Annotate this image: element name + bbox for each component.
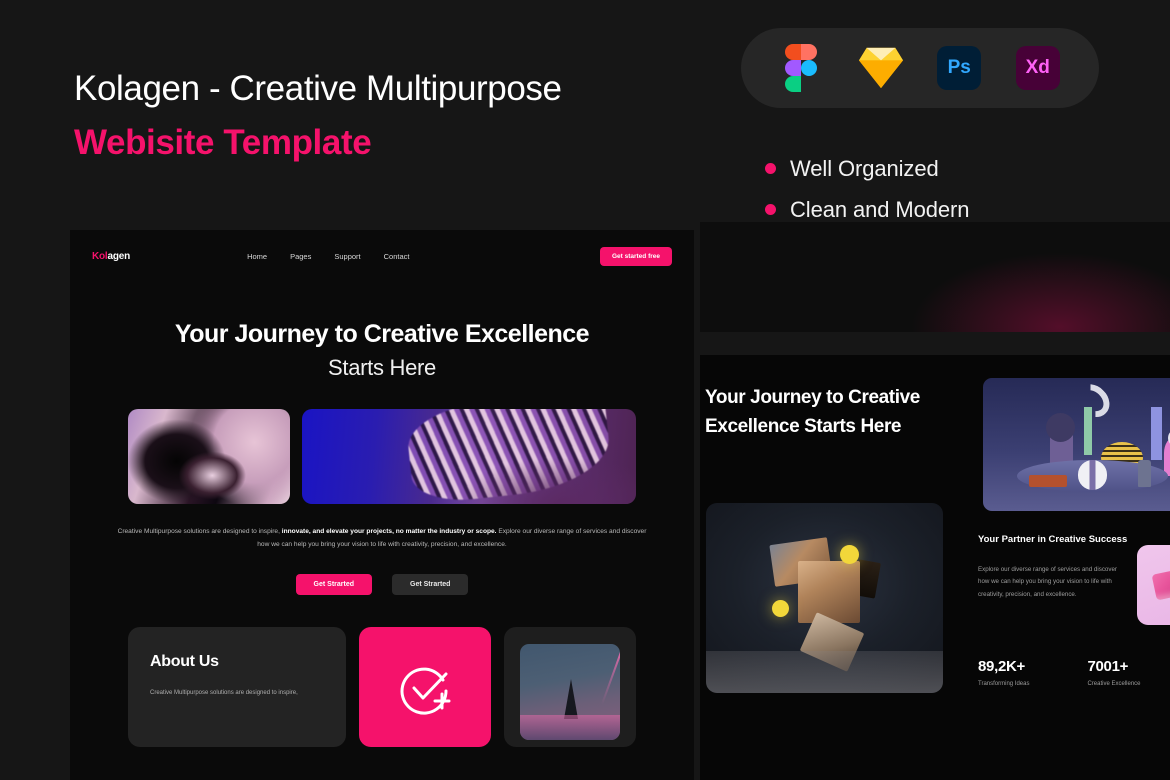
get-started-free-button[interactable]: Get started free (599, 246, 672, 266)
photoshop-icon-label: Ps (947, 57, 971, 78)
sailboat-image (520, 643, 621, 740)
mockup-hero-heading: Your Journey to Creative Excellence (174, 320, 590, 348)
stat-item: 7001+ Creative Excellence (1087, 658, 1140, 687)
tall-bar-shape (1151, 407, 1162, 461)
page-title-line-2: Webisite Template (74, 123, 372, 162)
mockup-hero-paragraph: Creative Multipurpose solutions are desi… (117, 526, 647, 552)
mockup-hero-images (70, 409, 694, 504)
mockup-card-row: About Us Creative Multipurpose solutions… (70, 626, 694, 747)
about-us-title: About Us (150, 652, 219, 670)
feature-item: Well Organized (765, 148, 969, 189)
preview-panel-glow (700, 222, 1170, 332)
sailboat-image-card (504, 626, 636, 747)
feature-label: Clean and Modern (790, 196, 970, 222)
stat-value: 89,2K+ (978, 658, 1025, 675)
red-block-shape (1029, 475, 1067, 488)
check-plus-card (359, 626, 492, 747)
sketch-icon (858, 46, 903, 90)
xd-icon: Xd (1015, 46, 1060, 90)
website-mockup-primary: Kolagen Home Pages Support Contact Get s… (70, 230, 694, 780)
light-ray-decor (600, 648, 621, 704)
nav-link-support[interactable]: Support (334, 252, 360, 261)
mockup-navbar: Kolagen Home Pages Support Contact Get s… (70, 230, 694, 282)
arc-shape (1070, 378, 1117, 424)
sail-shape-decor (564, 678, 579, 719)
nav-link-pages[interactable]: Pages (290, 252, 311, 261)
get-started-primary-button[interactable]: Get Strarted (295, 573, 372, 595)
hero-image-abstract-right (302, 409, 636, 504)
stat-value: 7001+ (1087, 658, 1129, 675)
partner-title: Your Partner in Creative Success (978, 534, 1128, 545)
cube-shape (798, 561, 860, 623)
water-decor (520, 714, 621, 740)
three-d-scene-image (983, 378, 1170, 511)
mockup-nav-links: Home Pages Support Contact (247, 252, 409, 261)
floor-decor (706, 651, 943, 693)
striped-ball-shape (1077, 460, 1107, 490)
feature-label: Well Organized (790, 155, 939, 181)
glow-sphere-icon (772, 600, 789, 617)
glow-sphere-icon (840, 545, 859, 564)
check-plus-icon (396, 658, 454, 716)
partner-text: Explore our diverse range of services an… (978, 565, 1117, 599)
paragraph-start: Creative Multipurpose solutions are desi… (117, 528, 280, 535)
stat-label: Creative Excellence (1087, 681, 1141, 687)
hero-image-abstract-left (128, 409, 291, 504)
nav-link-contact[interactable]: Contact (384, 252, 410, 261)
pink-cube-card (1137, 545, 1170, 625)
pink-cube-icon (1151, 569, 1170, 601)
stat-label: Transforming Ideas (978, 681, 1030, 687)
mockup-hero-subheading: Starts Here (328, 355, 436, 380)
bottle-shape (1138, 460, 1151, 488)
xd-icon-label: Xd (1025, 57, 1050, 78)
secondary-heading: Your Journey to Creative Excellence Star… (705, 387, 920, 437)
mockup-logo-rest: agen (107, 250, 131, 262)
bullet-dot-icon (765, 204, 776, 215)
stat-item: 89,2K+ Transforming Ideas (978, 658, 1029, 687)
figma-icon (780, 44, 824, 92)
bullet-dot-icon (765, 163, 776, 174)
mockup-logo-accent: Kol (92, 250, 108, 262)
photoshop-icon: Ps (937, 46, 982, 90)
get-started-secondary-button[interactable]: Get Strarted (392, 573, 469, 595)
dark-sphere-shape (1046, 412, 1076, 442)
website-mockup-secondary: Your Journey to Creative Excellence Star… (700, 355, 1170, 780)
page-title-line-1: Kolagen - Creative Multipurpose (74, 69, 562, 108)
about-us-text: Creative Multipurpose solutions are desi… (150, 689, 298, 696)
page-title: Kolagen - Creative Multipurpose Webisite… (74, 66, 562, 166)
about-us-card: About Us Creative Multipurpose solutions… (128, 626, 347, 747)
green-bar-shape (1083, 407, 1093, 456)
mockup-logo[interactable]: Kolagen (92, 251, 130, 262)
stats-row: 89,2K+ Transforming Ideas 7001+ Creative… (978, 658, 1170, 687)
floating-cubes-image (706, 503, 943, 693)
mockup-hero-buttons: Get Strarted Get Strarted (70, 573, 694, 595)
partner-card: Your Partner in Creative Success Explore… (978, 533, 1128, 602)
nav-link-home[interactable]: Home (247, 252, 267, 261)
paragraph-bold: innovate, and elevate your projects, no … (281, 528, 497, 535)
design-tools-badge: Ps Xd (741, 28, 1099, 108)
